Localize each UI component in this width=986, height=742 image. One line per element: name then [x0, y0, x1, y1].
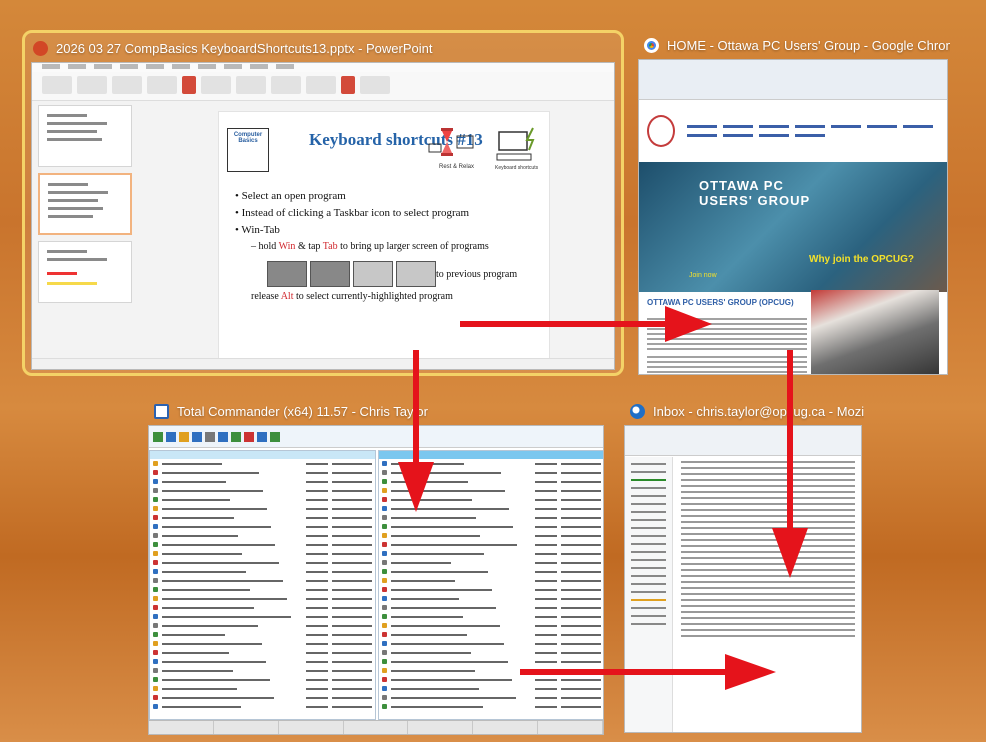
file-row[interactable] — [379, 567, 603, 576]
file-row[interactable] — [150, 612, 375, 621]
site-nav — [687, 125, 939, 137]
slide-thumbnail — [38, 105, 132, 167]
file-row[interactable] — [150, 576, 375, 585]
site-header — [639, 100, 947, 162]
slide-thumbnail-selected — [38, 173, 132, 235]
file-row[interactable] — [379, 639, 603, 648]
file-row[interactable] — [379, 702, 603, 711]
file-row[interactable] — [379, 540, 603, 549]
browser-toolbar — [639, 60, 947, 100]
file-row[interactable] — [150, 459, 375, 468]
arrow-right-1 — [460, 306, 712, 342]
sub-bullet: – hold Win & tap Tab to bring up larger … — [251, 241, 489, 252]
image-caption: Keyboard shortcuts — [495, 165, 539, 171]
file-row[interactable] — [379, 576, 603, 585]
slide-thumbnail-rail — [38, 105, 132, 355]
file-row[interactable] — [379, 558, 603, 567]
bullet: • Select an open program — [235, 190, 346, 202]
file-row[interactable] — [150, 702, 375, 711]
window-title-bar: HOME - Ottawa PC Users' Group - Google C… — [636, 30, 950, 60]
arrow-down-1 — [398, 350, 434, 512]
mail-toolbar — [625, 426, 861, 456]
file-row[interactable] — [150, 522, 375, 531]
file-row[interactable] — [379, 585, 603, 594]
hourglass-keyboard-icon: Rest & Relax — [428, 128, 474, 170]
bullet: • Win-Tab — [235, 224, 280, 236]
group-photo — [811, 290, 939, 374]
bullet: • Instead of clicking a Taskbar icon to … — [235, 207, 470, 219]
file-row[interactable] — [150, 468, 375, 477]
ribbon — [32, 63, 614, 101]
file-row[interactable] — [150, 531, 375, 540]
slide-thumbnail — [38, 241, 132, 303]
function-key-bar — [149, 720, 603, 734]
file-row[interactable] — [150, 630, 375, 639]
file-row[interactable] — [379, 630, 603, 639]
status-bar — [32, 358, 614, 369]
arrow-right-2 — [520, 654, 776, 690]
image-caption: Rest & Relax — [439, 164, 474, 170]
file-row[interactable] — [379, 621, 603, 630]
window-title: HOME - Ottawa PC Users' Group - Google C… — [667, 37, 950, 53]
file-row[interactable] — [379, 612, 603, 621]
task-switcher-preview — [267, 261, 436, 287]
total-commander-icon — [154, 403, 169, 419]
file-row[interactable] — [150, 540, 375, 549]
hero-title: OTTAWA PC USERS' GROUP — [699, 178, 811, 208]
window-title-bar: Total Commander (x64) 11.57 - Chris Tayl… — [146, 396, 604, 426]
computer-basics-logo: Computer Basics — [227, 128, 269, 172]
file-row[interactable] — [150, 558, 375, 567]
file-row[interactable] — [379, 531, 603, 540]
file-row[interactable] — [150, 504, 375, 513]
powerpoint-icon — [33, 40, 48, 56]
file-row[interactable] — [379, 522, 603, 531]
file-row[interactable] — [150, 603, 375, 612]
file-row[interactable] — [150, 657, 375, 666]
thunderbird-icon — [630, 403, 645, 419]
sub-bullet: to previous program release Alt to selec… — [251, 257, 545, 302]
file-row[interactable] — [150, 495, 375, 504]
file-row[interactable] — [150, 486, 375, 495]
window-title: Inbox - chris.taylor@opcug.ca - Mozilla … — [653, 403, 864, 419]
arrow-down-2 — [772, 350, 808, 578]
hero-join-link: Why join the OPCUG? — [809, 254, 914, 265]
opcug-logo — [647, 115, 675, 147]
hero-banner: OTTAWA PC USERS' GROUP Why join the OPCU… — [639, 162, 947, 292]
window-title-bar: Inbox - chris.taylor@opcug.ca - Mozilla … — [622, 396, 864, 426]
file-row[interactable] — [150, 477, 375, 486]
window-title: 2026 03 27 CompBasics KeyboardShortcuts1… — [56, 40, 433, 56]
file-row[interactable] — [150, 675, 375, 684]
tc-toolbar — [149, 426, 603, 448]
file-row[interactable] — [379, 549, 603, 558]
window-title: Total Commander (x64) 11.57 - Chris Tayl… — [177, 403, 428, 419]
file-row[interactable] — [150, 693, 375, 702]
file-row[interactable] — [150, 594, 375, 603]
file-row[interactable] — [150, 585, 375, 594]
file-row[interactable] — [379, 603, 603, 612]
file-row[interactable] — [150, 549, 375, 558]
file-row[interactable] — [150, 666, 375, 675]
hero-sub-link: Join now — [689, 272, 717, 279]
file-row[interactable] — [150, 621, 375, 630]
file-row[interactable] — [150, 639, 375, 648]
file-row[interactable] — [150, 684, 375, 693]
chrome-icon — [644, 37, 659, 53]
file-row[interactable] — [150, 513, 375, 522]
file-row[interactable] — [379, 594, 603, 603]
file-row[interactable] — [150, 567, 375, 576]
left-file-panel — [149, 450, 376, 720]
monitor-keyboard-icon: Keyboard shortcuts — [495, 127, 539, 171]
file-row[interactable] — [150, 648, 375, 657]
slide-bullets: • Select an open program • Instead of cl… — [235, 190, 545, 307]
window-title-bar: 2026 03 27 CompBasics KeyboardShortcuts1… — [25, 33, 621, 63]
